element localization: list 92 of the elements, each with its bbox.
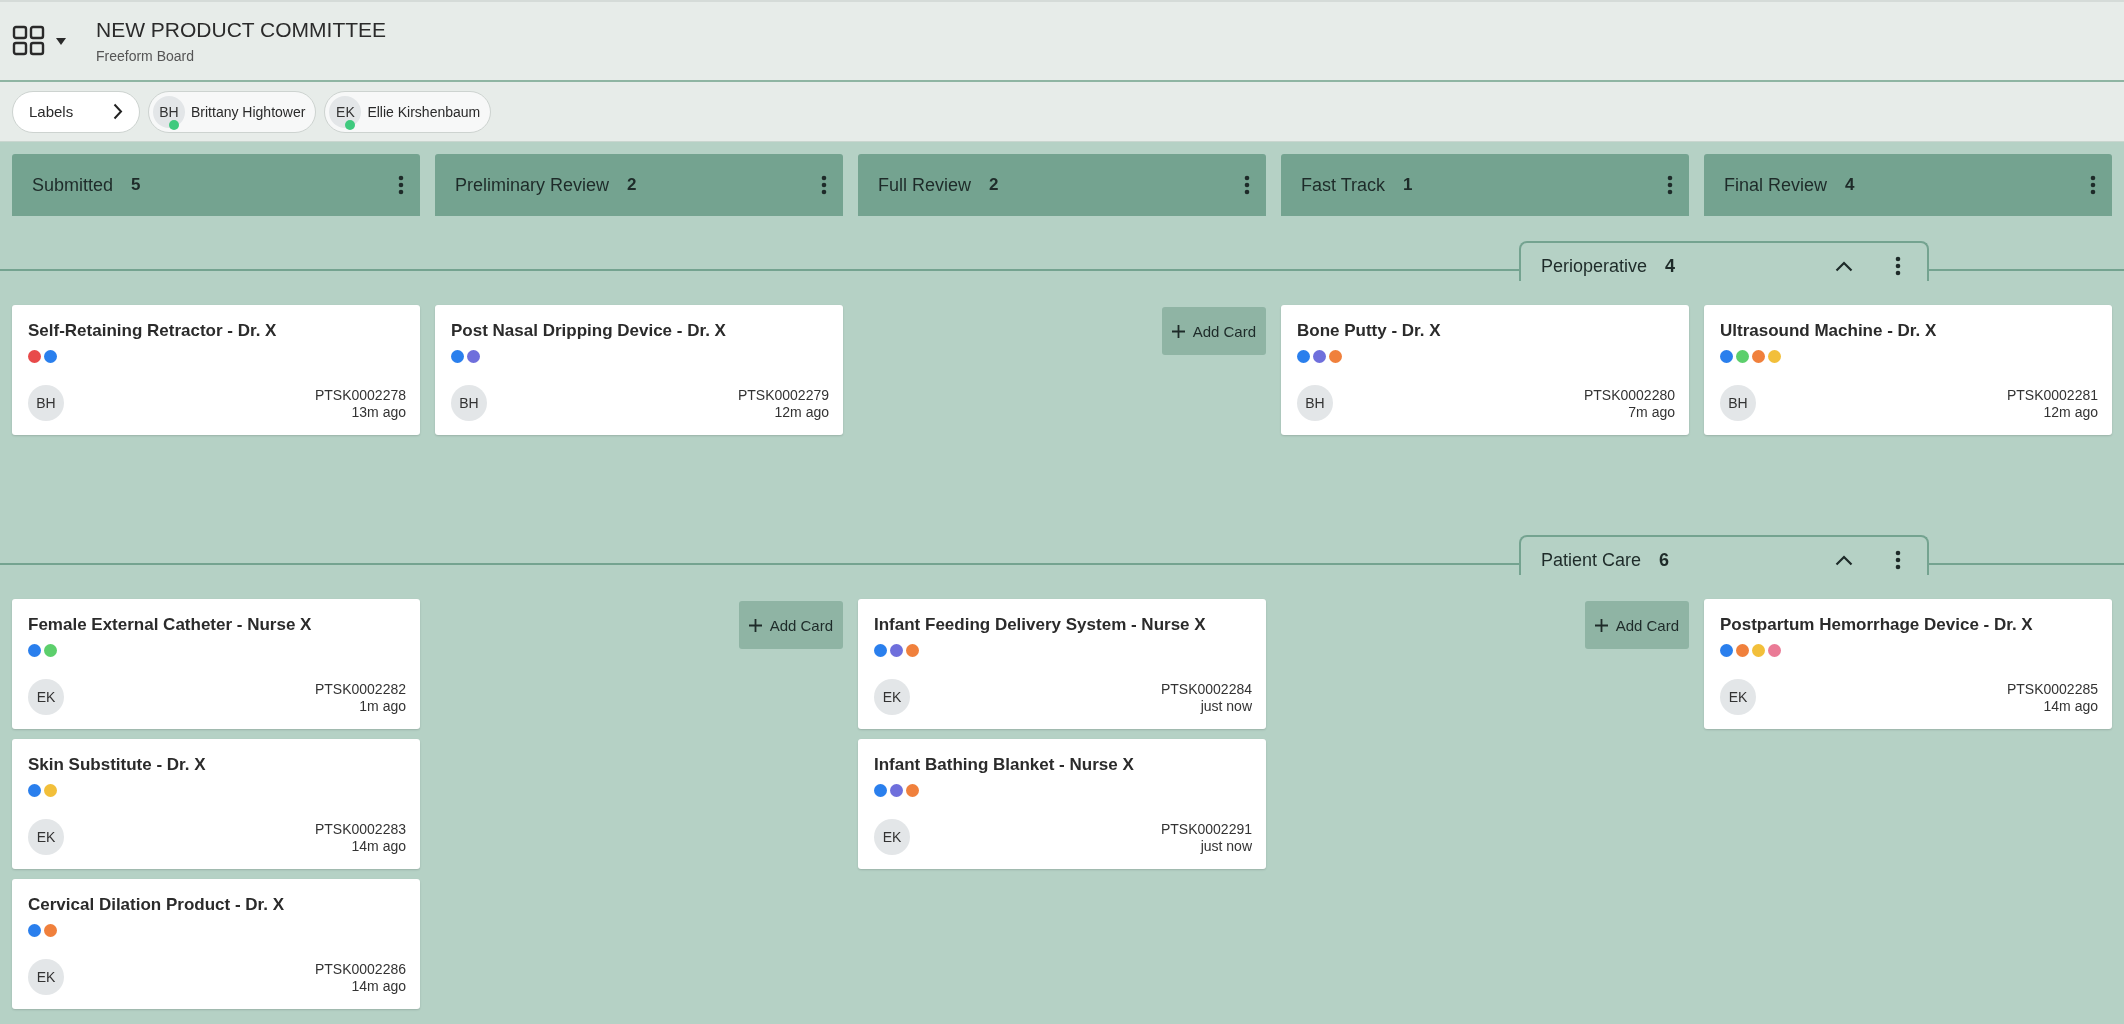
column-title: Submitted: [32, 174, 114, 196]
card-title: Infant Feeding Delivery System - Nurse X: [874, 615, 1207, 635]
task-card[interactable]: Bone Putty - Dr. X BH PTSK0002280 7m ago: [1281, 305, 1689, 435]
swimlane-title: Perioperative: [1541, 255, 1648, 277]
updated-time: 12m ago: [2043, 404, 2098, 421]
assignee-avatar: BH: [1720, 385, 1756, 421]
labels-button[interactable]: Labels: [12, 90, 140, 133]
column-title: Full Review: [878, 174, 972, 196]
card-title: Skin Substitute - Dr. X: [28, 755, 207, 775]
updated-time: just now: [1200, 698, 1252, 715]
updated-time: 1m ago: [359, 698, 406, 715]
plus-icon: [1594, 618, 1608, 632]
swimlane-count: 6: [1659, 549, 1670, 571]
more-icon[interactable]: [398, 175, 404, 195]
more-icon[interactable]: [1895, 256, 1901, 276]
task-number: PTSK0002281: [2006, 387, 2098, 404]
task-number: PTSK0002291: [1160, 821, 1252, 838]
task-number: PTSK0002285: [2006, 681, 2098, 698]
more-icon[interactable]: [821, 175, 827, 195]
updated-time: just now: [1200, 838, 1252, 855]
task-number: PTSK0002282: [314, 681, 406, 698]
swimlane-title: Patient Care: [1541, 549, 1642, 571]
assignee-avatar: EK: [1720, 679, 1756, 715]
card-title: Postpartum Hemorrhage Device - Dr. X: [1720, 615, 2034, 635]
assignee-avatar: EK: [28, 959, 64, 995]
task-number: PTSK0002278: [314, 387, 406, 404]
task-number: PTSK0002280: [1583, 387, 1675, 404]
assignee-avatar: EK: [28, 679, 64, 715]
updated-time: 7m ago: [1628, 404, 1675, 421]
updated-time: 12m ago: [774, 404, 829, 421]
swimlane-count: 4: [1665, 255, 1676, 277]
task-card[interactable]: Cervical Dilation Product - Dr. X EK PTSK0002286 14m ago: [12, 879, 420, 1009]
card-title: Self-Retaining Retractor - Dr. X: [28, 321, 278, 341]
task-card[interactable]: Infant Bathing Blanket - Nurse X EK PTSK0002291 just now: [858, 739, 1266, 869]
column-count: 4: [1845, 175, 1855, 195]
task-card[interactable]: Ultrasound Machine - Dr. X BH PTSK0002281 12m ago: [1704, 305, 2112, 435]
assignee-avatar: EK: [874, 679, 910, 715]
add-card-button[interactable]: Add Card: [1161, 307, 1266, 355]
plus-icon: [748, 618, 762, 632]
add-card-button[interactable]: Add Card: [738, 601, 843, 649]
board-title: NEW PRODUCT COMMITTEE: [96, 18, 387, 42]
task-number: PTSK0002279: [737, 387, 829, 404]
task-number: PTSK0002286: [314, 961, 406, 978]
more-icon[interactable]: [1895, 550, 1901, 570]
assignee-avatar: BH: [28, 385, 64, 421]
card-title: Female External Catheter - Nurse X: [28, 615, 313, 635]
grid-icon: [12, 25, 46, 57]
column-title: Preliminary Review: [455, 174, 610, 196]
board-subtitle: Freeform Board: [96, 48, 196, 64]
card-title: Cervical Dilation Product - Dr. X: [28, 895, 285, 915]
assignee-avatar: EK: [28, 819, 64, 855]
card-title: Bone Putty - Dr. X: [1297, 321, 1442, 341]
task-card[interactable]: Female External Catheter - Nurse X EK PTSK0002282 1m ago: [12, 599, 420, 729]
user-filter-chip[interactable]: EK Ellie Kirshenbaum: [324, 90, 492, 133]
card-title: Post Nasal Dripping Device - Dr. X: [451, 321, 727, 341]
updated-time: 14m ago: [351, 838, 406, 855]
assignee-avatar: BH: [451, 385, 487, 421]
assignee-avatar: BH: [1297, 385, 1333, 421]
caret-icon: [56, 37, 66, 45]
more-icon[interactable]: [1667, 175, 1673, 195]
card-title: Ultrasound Machine - Dr. X: [1720, 321, 1938, 341]
chevron-right-icon: [113, 103, 123, 120]
user-name: Brittany Hightower: [191, 103, 306, 120]
task-number: PTSK0002284: [1160, 681, 1252, 698]
more-icon[interactable]: [1244, 175, 1250, 195]
task-number: PTSK0002283: [314, 821, 406, 838]
column-count: 5: [131, 175, 141, 195]
collapse-icon[interactable]: [1835, 554, 1853, 566]
updated-time: 14m ago: [2043, 698, 2098, 715]
collapse-icon[interactable]: [1835, 260, 1853, 272]
user-filter-chip[interactable]: BH Brittany Hightower: [148, 90, 317, 133]
task-card[interactable]: Post Nasal Dripping Device - Dr. X BH PTSK0002279 12m ago: [435, 305, 843, 435]
task-card[interactable]: Postpartum Hemorrhage Device - Dr. X EK PTSK0002285 14m ago: [1704, 599, 2112, 729]
column-count: 2: [627, 175, 637, 195]
assignee-avatar: EK: [874, 819, 910, 855]
column-count: 1: [1403, 175, 1413, 195]
add-card-button[interactable]: Add Card: [1584, 601, 1689, 649]
plus-icon: [1171, 324, 1185, 338]
user-initials: BH: [159, 103, 179, 120]
user-name: Ellie Kirshenbaum: [367, 103, 481, 120]
column-title: Final Review: [1724, 174, 1828, 196]
card-title: Infant Bathing Blanket - Nurse X: [874, 755, 1135, 775]
user-initials: EK: [336, 103, 355, 120]
board-menu-button[interactable]: [12, 25, 66, 57]
column-title: Fast Track: [1301, 174, 1385, 196]
task-card[interactable]: Self-Retaining Retractor - Dr. X BH PTSK0002278 13m ago: [12, 305, 420, 435]
updated-time: 13m ago: [351, 404, 406, 421]
task-card[interactable]: Infant Feeding Delivery System - Nurse X EK PTSK0002284 just now: [858, 599, 1266, 729]
updated-time: 14m ago: [351, 978, 406, 995]
task-card[interactable]: Skin Substitute - Dr. X EK PTSK0002283 14m ago: [12, 739, 420, 869]
column-count: 2: [989, 175, 999, 195]
more-icon[interactable]: [2090, 175, 2096, 195]
